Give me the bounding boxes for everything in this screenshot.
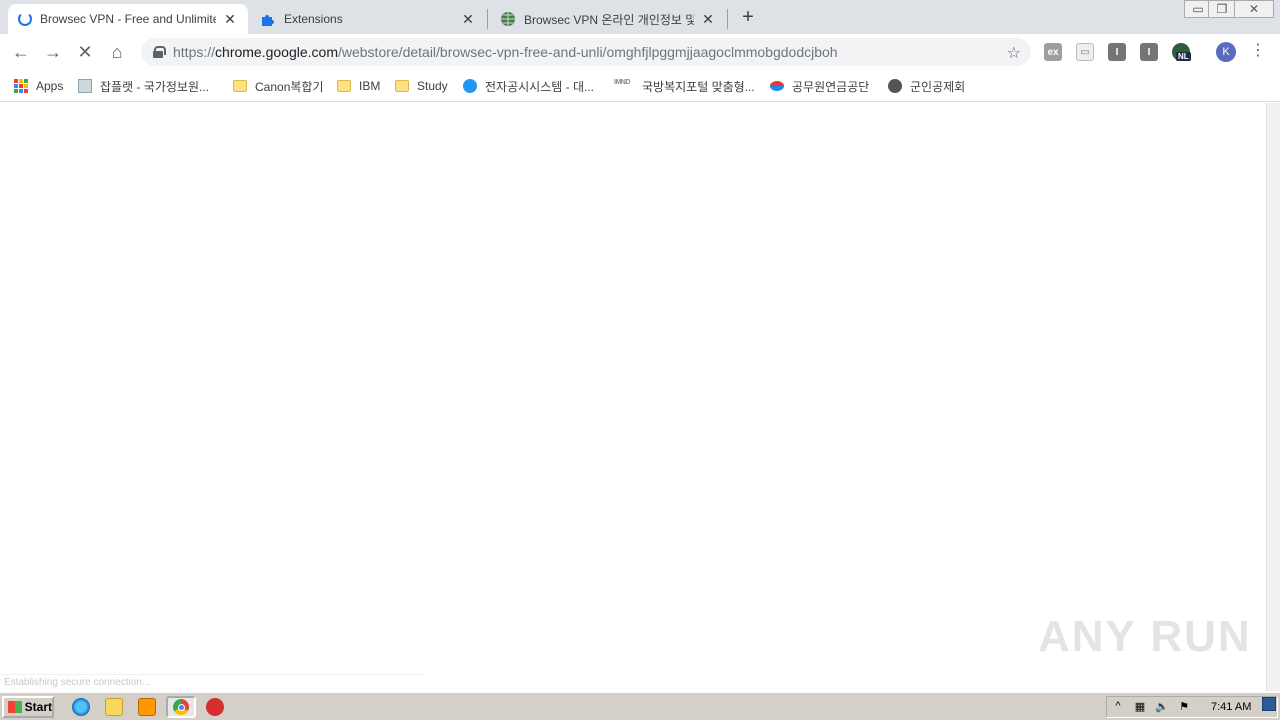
tab-browsec-vpn[interactable]: Browsec VPN - Free and Unlimited VPN ✕ [8, 4, 248, 34]
volume-icon[interactable]: 🔈 [1154, 700, 1170, 714]
media-player-icon[interactable] [138, 698, 156, 716]
globe-icon [501, 12, 515, 26]
extension-ex-icon[interactable]: ex [1044, 43, 1062, 61]
document-icon [78, 79, 92, 93]
new-tab-button[interactable]: + [736, 6, 760, 30]
extension-screen-icon[interactable]: ▭ [1076, 43, 1094, 61]
folder-icon [395, 80, 409, 92]
toolbar: ← → ✕ ⌂ https://chrome.google.com/websto… [0, 34, 1280, 70]
bookmark-item[interactable]: 잡플랫 - 국가정보원... [78, 76, 209, 96]
folder-icon [337, 80, 351, 92]
clock[interactable]: 7:41 AM [1211, 701, 1251, 713]
tab-separator [727, 9, 728, 29]
extension-i-icon[interactable]: I [1108, 43, 1126, 61]
tab-title: Browsec VPN - Free and Unlimited VPN [40, 12, 216, 26]
bookmark-label: 잡플랫 - 국가정보원... [100, 79, 209, 94]
back-button[interactable]: ← [8, 39, 34, 65]
gov-icon [770, 81, 784, 91]
bookmark-item[interactable]: 군인공제회 [888, 76, 965, 96]
show-desktop-button[interactable] [1262, 697, 1276, 711]
tray-expand-icon[interactable]: ^ [1110, 700, 1126, 714]
tab-browsec-vpn-ko[interactable]: Browsec VPN 온라인 개인정보 및 보안 ✕ [490, 4, 726, 34]
url-scheme: https:// [173, 44, 216, 60]
tab-strip: Browsec VPN - Free and Unlimited VPN ✕ E… [0, 0, 1280, 34]
tab-title: Browsec VPN 온라인 개인정보 및 보안 [524, 12, 694, 27]
action-center-flag-icon[interactable]: ⚑ [1176, 700, 1192, 714]
bookmark-star-icon[interactable]: ☆ [1007, 43, 1021, 63]
bookmark-label: Apps [36, 79, 64, 93]
bookmark-label: IBM [359, 79, 381, 93]
bookmark-item[interactable]: 전자공시시스템 - 대... [463, 76, 594, 96]
home-button[interactable]: ⌂ [104, 39, 130, 65]
anyrun-watermark: ANY RUN [1038, 612, 1252, 661]
url-host: chrome.google.com [215, 44, 338, 60]
tab-title: Extensions [284, 12, 343, 26]
tab-close-icon[interactable]: ✕ [700, 11, 716, 27]
stop-loading-button[interactable]: ✕ [72, 39, 98, 65]
chrome-icon [173, 699, 189, 715]
bookmark-item[interactable]: IMND 국방복지포털 맞춤형... [614, 76, 755, 96]
vertical-scrollbar[interactable] [1266, 103, 1280, 691]
swirl-icon [463, 79, 477, 93]
url-text: https://chrome.google.com/webstore/detai… [173, 44, 838, 60]
taskbar: Start ^ ▦ 🔈 ⚑ 7:41 AM [0, 692, 1280, 720]
address-bar[interactable]: https://chrome.google.com/webstore/detai… [141, 38, 1031, 66]
bookmark-item[interactable]: 공무원연금공단 [770, 76, 869, 96]
file-explorer-icon[interactable] [105, 698, 123, 716]
bookmark-folder-study[interactable]: Study [395, 76, 448, 96]
bookmark-label: 공무원연금공단 [792, 79, 870, 94]
bookmark-label: 군인공제회 [910, 79, 966, 94]
internet-explorer-icon[interactable] [72, 698, 90, 716]
tab-close-icon[interactable]: ✕ [460, 11, 476, 27]
page-content [0, 103, 1280, 691]
chrome-menu-icon[interactable]: ⋮ [1250, 42, 1266, 62]
chrome-taskbar-button[interactable] [166, 696, 196, 718]
windows-logo-icon [8, 701, 22, 713]
start-button[interactable]: Start [2, 696, 54, 718]
bookmark-label: Study [417, 79, 448, 93]
browsec-extension-icon[interactable]: NL [1172, 43, 1191, 61]
network-icon[interactable]: ▦ [1132, 700, 1148, 714]
forward-button[interactable]: → [40, 39, 66, 65]
bookmark-apps[interactable]: Apps [14, 76, 63, 96]
bookmark-folder-ibm[interactable]: IBM [337, 76, 380, 96]
mnd-icon: IMND [614, 79, 630, 86]
apps-grid-icon [14, 79, 28, 93]
loading-spinner-icon [18, 12, 32, 26]
opera-icon[interactable] [206, 698, 224, 716]
bookmark-label: 전자공시시스템 - 대... [485, 79, 594, 94]
status-bubble: Establishing secure connection... [0, 674, 425, 692]
tab-close-icon[interactable]: ✕ [222, 11, 238, 27]
system-tray: ^ ▦ 🔈 ⚑ 7:41 AM [1106, 696, 1278, 718]
folder-icon [233, 80, 247, 92]
start-label: Start [24, 700, 52, 714]
close-window-button[interactable]: ✕ [1234, 0, 1274, 18]
url-path: /webstore/detail/browsec-vpn-free-and-un… [337, 44, 838, 60]
bookmark-folder-canon[interactable]: Canon복합기 [233, 76, 323, 96]
bookmark-label: 국방복지포털 맞춤형... [642, 79, 755, 94]
lock-icon[interactable] [153, 46, 166, 58]
extension-i-icon[interactable]: I [1140, 43, 1158, 61]
bookmarks-bar: Apps 잡플랫 - 국가정보원... Canon복합기 IBM Study 전… [0, 70, 1280, 102]
bookmark-label: Canon복합기 [255, 79, 324, 94]
puzzle-icon [262, 15, 274, 26]
restore-button[interactable]: ❐ [1208, 0, 1236, 18]
browsec-country-badge: NL [1176, 52, 1191, 61]
tab-separator [487, 9, 488, 29]
tab-extensions[interactable]: Extensions ✕ [250, 4, 486, 34]
profile-avatar[interactable]: K [1216, 42, 1236, 62]
globe-icon [888, 79, 902, 93]
